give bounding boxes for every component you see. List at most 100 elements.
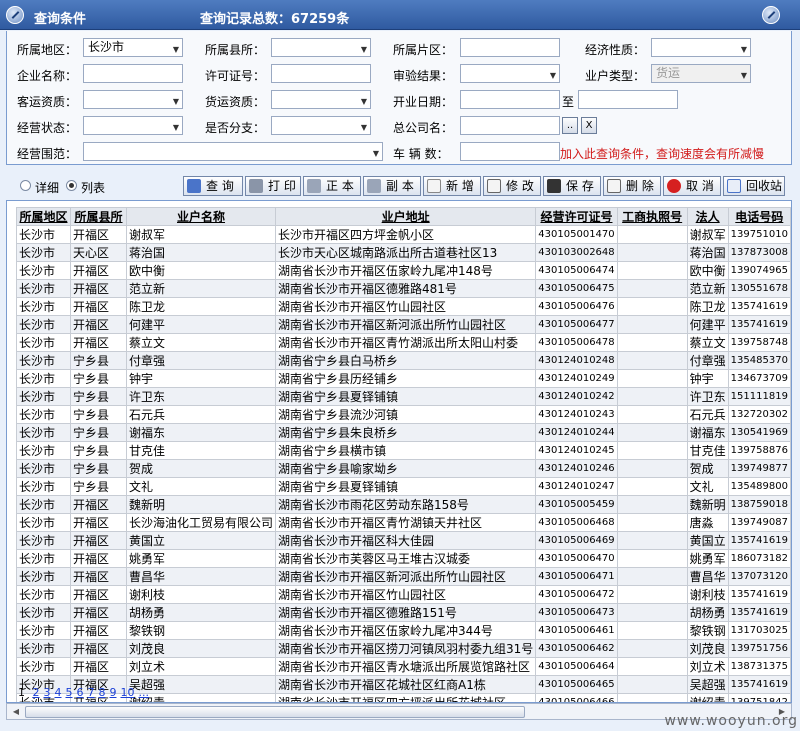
page-link[interactable]: 8: [99, 686, 106, 699]
page-link[interactable]: 3: [44, 686, 51, 699]
license-input[interactable]: [271, 64, 371, 83]
edit-button[interactable]: 修 改: [483, 176, 541, 196]
table-row[interactable]: 长沙市 宁乡县 钟宇 湖南省宁乡县历经铺乡 430124010249 钟宇 13467370…: [16, 369, 791, 388]
branch-select[interactable]: [271, 116, 371, 135]
record-count: 查询记录总数：67259条: [200, 12, 350, 27]
table-cell: 139751756: [727, 639, 791, 658]
cancel-button[interactable]: 取 消: [663, 176, 721, 196]
econ-select[interactable]: [651, 38, 751, 57]
results-grid: 所属地区 所属县所 业户名称 业户地址 经营许可证号 工商执照号 法人 电话号码 长沙市 开福区…: [6, 200, 792, 703]
table-cell: [616, 639, 688, 658]
table-row[interactable]: 长沙市 开福区 何建平 湖南省长沙市开福区新河派出所竹山园社区 430105006477…: [16, 315, 791, 334]
add-button[interactable]: 新 增: [423, 176, 481, 196]
column-header[interactable]: 电话号码: [727, 207, 791, 226]
page-link[interactable]: 4: [55, 686, 62, 699]
table-row[interactable]: 长沙市 开福区 黎铁钢 湖南省长沙市开福区伍家岭九尾冲344号 430105006461…: [16, 621, 791, 640]
table-cell: 湖南省长沙市开福区新河派出所竹山园社区: [275, 567, 537, 586]
table-row[interactable]: 长沙市 宁乡县 谢福东 湖南省宁乡县朱良桥乡 430124010244 谢福东 130541…: [16, 423, 791, 442]
table-row[interactable]: 长沙市 开福区 刘立术 湖南省长沙市开福区青水塘派出所展览馆路社区 4301050064…: [16, 657, 791, 676]
page-link[interactable]: 10: [121, 686, 135, 699]
search-button[interactable]: 查 询: [183, 176, 243, 196]
table-row[interactable]: 长沙市 天心区 蒋治国 长沙市天心区城南路派出所古道巷社区13 430103002648…: [16, 243, 791, 262]
table-row[interactable]: 长沙市 开福区 刘茂良 湖南省长沙市开福区捞刀河镇凤羽村委九组31号 430105006…: [16, 639, 791, 658]
scroll-thumb[interactable]: [25, 706, 525, 718]
table-cell: 430105006478: [535, 333, 618, 352]
table-cell: 长沙市: [16, 279, 71, 298]
page-link[interactable]: 7: [88, 686, 95, 699]
status-select[interactable]: [83, 116, 183, 135]
hq-input[interactable]: [460, 116, 560, 135]
area-input[interactable]: [460, 38, 560, 57]
column-header[interactable]: 所属县所: [70, 207, 127, 226]
table-cell: [616, 423, 688, 442]
vehicles-input[interactable]: [460, 142, 560, 161]
scroll-left-icon[interactable]: ◀: [9, 706, 23, 718]
original-button[interactable]: 正 本: [303, 176, 361, 196]
column-header[interactable]: 法人: [686, 207, 729, 226]
table-row[interactable]: 长沙市 宁乡县 付章强 湖南省宁乡县白马桥乡 430124010248 付章强 135485…: [16, 351, 791, 370]
table-cell: [616, 477, 688, 496]
table-row[interactable]: 长沙市 开福区 范立新 湖南省长沙市开福区德雅路481号 430105006475 范立新…: [16, 279, 791, 298]
column-header[interactable]: 工商执照号: [616, 207, 688, 226]
table-row[interactable]: 长沙市 宁乡县 石元兵 湖南省宁乡县流沙河镇 430124010243 石元兵 132720…: [16, 405, 791, 424]
table-cell: 曹昌华: [125, 567, 277, 586]
table-cell: [616, 351, 688, 370]
page-link[interactable]: 9: [110, 686, 117, 699]
passenger-select[interactable]: [83, 90, 183, 109]
collapse-icon[interactable]: [762, 6, 780, 24]
table-row[interactable]: 长沙市 开福区 姚勇军 湖南省长沙市芙蓉区马王堆古汉城委 430105006470 姚勇军…: [16, 549, 791, 568]
recycle-bin-button[interactable]: 回收站: [723, 176, 785, 196]
table-cell: 开福区: [70, 531, 127, 550]
table-row[interactable]: 长沙市 开福区 胡杨勇 湖南省长沙市开福区德雅路151号 430105006473 胡杨勇…: [16, 603, 791, 622]
table-cell: 135485370: [727, 351, 791, 370]
delete-button[interactable]: 删 除: [603, 176, 661, 196]
table-cell: 黄国立: [686, 531, 729, 550]
table-row[interactable]: 长沙市 开福区 谢利枝 湖南省长沙市开福区竹山园社区 430105006472 谢利枝 13…: [16, 585, 791, 604]
table-row[interactable]: 长沙市 开福区 黄国立 湖南省长沙市开福区科大佳园 430105006469 黄国立 135…: [16, 531, 791, 550]
column-header[interactable]: 业户名称: [125, 207, 277, 226]
table-row[interactable]: 长沙市 开福区 陈卫龙 湖南省长沙市开福区竹山园社区 430105006476 陈卫龙 13…: [16, 297, 791, 316]
save-button[interactable]: 保 存: [543, 176, 601, 196]
column-header[interactable]: 所属地区: [16, 207, 71, 226]
column-header[interactable]: 业户地址: [275, 207, 537, 226]
table-row[interactable]: 长沙市 开福区 蔡立文 湖南省长沙市开福区青竹湖派出所太阳山村委 43010500647…: [16, 333, 791, 352]
list-radio[interactable]: [66, 180, 77, 191]
hq-clear-button[interactable]: X: [581, 117, 597, 134]
table-cell: 长沙市: [16, 603, 71, 622]
page-link[interactable]: 2: [33, 686, 40, 699]
region-select[interactable]: 长沙市: [83, 38, 183, 57]
table-cell: 430124010243: [535, 405, 618, 424]
table-row[interactable]: 长沙市 宁乡县 甘克佳 湖南省宁乡县横市镇 430124010245 甘克佳 1397588…: [16, 441, 791, 460]
freight-select[interactable]: [271, 90, 371, 109]
table-row[interactable]: 长沙市 开福区 谢叔军 长沙市开福区四方坪金帆小区 430105001470 谢叔军 139…: [16, 225, 791, 244]
column-header[interactable]: 经营许可证号: [535, 207, 618, 226]
company-input[interactable]: [83, 64, 183, 83]
scope-select[interactable]: [83, 142, 383, 161]
table-row[interactable]: 长沙市 开福区 欧中衡 湖南省长沙市开福区伍家岭九尾冲148号 430105006474…: [16, 261, 791, 280]
print-button[interactable]: 打 印: [245, 176, 301, 196]
table-cell: 黎铁钢: [686, 621, 729, 640]
type-select[interactable]: 货运: [651, 64, 751, 83]
table-cell: [616, 657, 688, 676]
table-row[interactable]: 长沙市 宁乡县 贺成 湖南省宁乡县喻家坳乡 430124010246 贺成 13974987…: [16, 459, 791, 478]
license-label: 许可证号：: [205, 69, 266, 83]
table-row[interactable]: 长沙市 开福区 曹昌华 湖南省长沙市开福区新河派出所竹山园社区 430105006471…: [16, 567, 791, 586]
page-link[interactable]: 6: [77, 686, 84, 699]
page-link[interactable]: 5: [66, 686, 73, 699]
table-row[interactable]: 长沙市 宁乡县 文礼 湖南省宁乡县夏铎铺镇 430124010247 文礼 13548980…: [16, 477, 791, 496]
detail-radio[interactable]: [20, 180, 31, 191]
county-select[interactable]: [271, 38, 371, 57]
table-cell: 宁乡县: [70, 459, 127, 478]
audit-select[interactable]: [460, 64, 560, 83]
table-cell: 长沙市: [16, 495, 71, 514]
table-row[interactable]: 长沙市 宁乡县 许卫东 湖南省宁乡县夏铎铺镇 430124010242 许卫东 151111…: [16, 387, 791, 406]
table-cell: 长沙市: [16, 459, 71, 478]
table-row[interactable]: 长沙市 开福区 魏新明 湖南省长沙市雨花区劳动东路158号 430105005459 魏新…: [16, 495, 791, 514]
page-link[interactable]: ...: [139, 686, 150, 699]
copy-button[interactable]: 副 本: [363, 176, 421, 196]
open-date-from[interactable]: [460, 90, 560, 109]
table-row[interactable]: 长沙市 开福区 长沙海油化工贸易有限公司 湖南省长沙市开福区青竹湖镇天井社区 43010…: [16, 513, 791, 532]
recycle-icon: [727, 179, 741, 193]
open-date-to[interactable]: [578, 90, 678, 109]
hq-browse-button[interactable]: ..: [562, 117, 578, 134]
